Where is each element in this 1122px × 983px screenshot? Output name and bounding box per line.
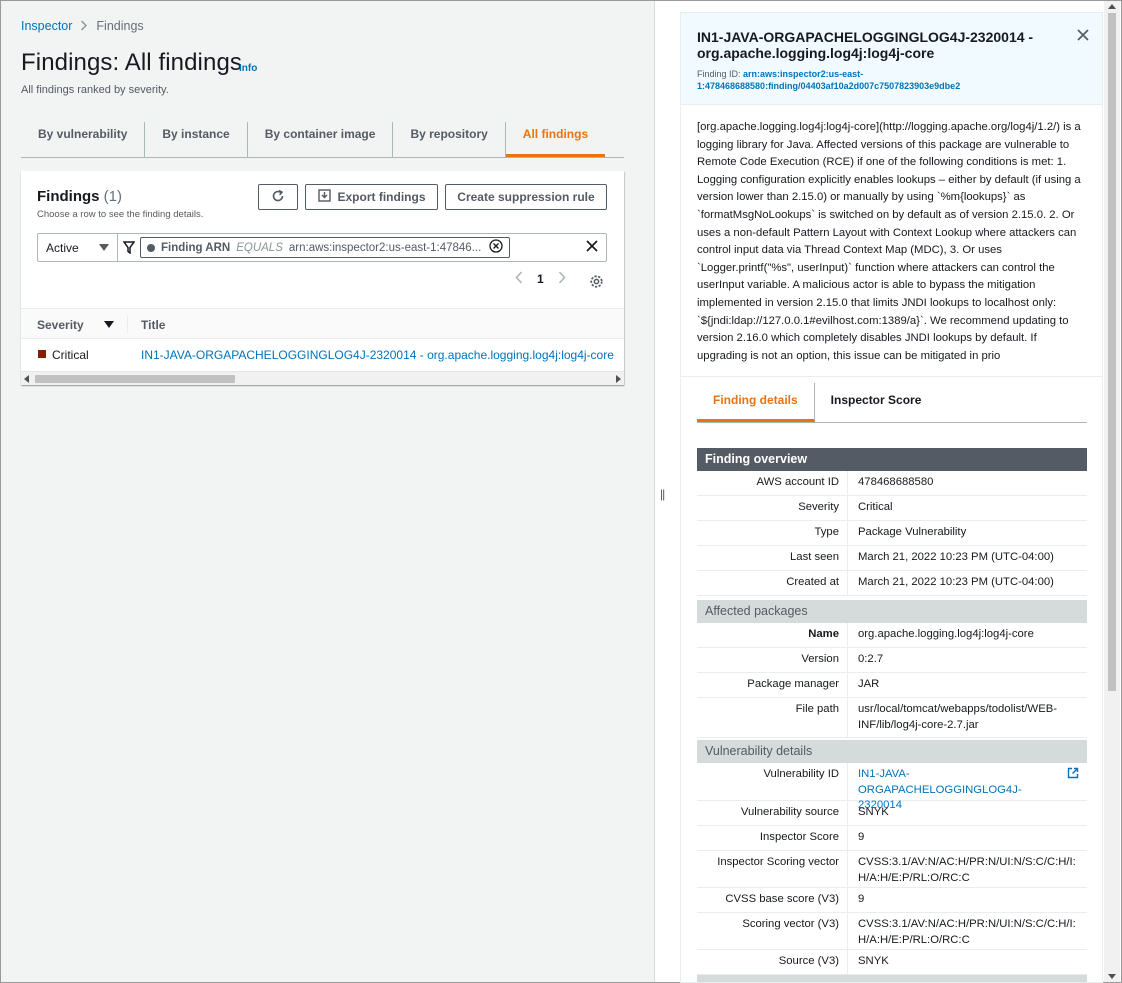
breadcrumb-inspector-link[interactable]: Inspector	[21, 19, 72, 33]
finding-overview-heading: Finding overview	[697, 448, 1087, 471]
kv-row: Source (V3) SNYK	[697, 950, 1087, 975]
kv-row: Created at March 21, 2022 10:23 PM (UTC-0…	[697, 571, 1087, 596]
scroll-up-icon[interactable]	[1108, 4, 1116, 9]
token-dot-icon	[147, 243, 155, 252]
scroll-down-icon[interactable]	[1108, 974, 1116, 979]
download-icon	[317, 189, 331, 205]
kv-row: Type Package Vulnerability	[697, 521, 1087, 546]
vulnerability-details-heading: Vulnerability details	[697, 740, 1087, 763]
kv-row: CVSS base score (V3) 9	[697, 888, 1087, 913]
vertical-scrollbar[interactable]	[1104, 1, 1120, 982]
refresh-icon	[271, 189, 285, 206]
column-header-title[interactable]: Title	[141, 318, 165, 332]
affected-packages-heading: Affected packages	[697, 600, 1087, 623]
affected-packages-table: Affected packages Name org.apache.logging…	[697, 600, 1087, 738]
scroll-right-icon[interactable]	[616, 375, 621, 383]
filter-token[interactable]: Finding ARN EQUALS arn:aws:inspector2:us…	[140, 237, 510, 258]
vulnerability-details-table: Vulnerability details Vulnerability ID I…	[697, 740, 1087, 982]
findings-table-card: Findings (1) Choose a row to see the fin…	[21, 171, 624, 385]
kv-row: Severity Critical	[697, 496, 1087, 521]
findings-card-description: Choose a row to see the finding details.	[37, 209, 204, 220]
finding-id: Finding ID: arn:aws:inspector2:us-east-1…	[697, 69, 961, 91]
scrollbar-thumb[interactable]	[1108, 13, 1116, 691]
kv-row: Inspector Scoring vector CVSS:3.1/AV:N/AC…	[697, 851, 1087, 888]
row-title-link[interactable]: IN1-JAVA-ORGAPACHELOGGINGLOG4J-2320014 -…	[141, 348, 614, 362]
drag-handle-icon[interactable]: ||	[660, 487, 665, 501]
kv-row: Vulnerability source SNYK	[697, 801, 1087, 826]
finding-overview-table: Finding overview AWS account ID 478468688…	[697, 448, 1087, 596]
kv-row: Vulnerability ID IN1-JAVA-ORGAPACHELOGGI…	[697, 763, 1087, 811]
tab-inspector-score[interactable]: Inspector Score	[815, 383, 938, 422]
findings-count: (1)	[103, 188, 123, 205]
chevron-right-icon[interactable]	[558, 271, 566, 287]
detail-title: IN1-JAVA-ORGAPACHELOGGINGLOG4J-2320014 -…	[697, 29, 1034, 61]
tab-by-container-image[interactable]: By container image	[248, 122, 394, 157]
status-select[interactable]: Active	[38, 234, 118, 261]
sort-descending-icon[interactable]	[104, 321, 114, 328]
scrollbar-thumb[interactable]	[35, 375, 235, 383]
page-title: Findings: All findings	[21, 49, 242, 76]
kv-row: File path usr/local/tomcat/webapps/todoli…	[697, 698, 1087, 738]
row-severity: Critical	[52, 348, 89, 362]
filter-icon	[118, 241, 140, 254]
finding-detail-panel: IN1-JAVA-ORGAPACHELOGGINGLOG4J-2320014 -…	[680, 12, 1103, 983]
kv-row: Package manager JAR	[697, 673, 1087, 698]
external-link-icon	[1067, 767, 1079, 796]
detail-tabs: Finding details Inspector Score	[697, 383, 1087, 423]
kv-row: Last seen March 21, 2022 10:23 PM (UTC-04…	[697, 546, 1087, 571]
info-link[interactable]: Info	[239, 63, 257, 74]
create-suppression-rule-button[interactable]: Create suppression rule	[445, 184, 607, 210]
filter-value: arn:aws:inspector2:us-east-1:47846...	[288, 241, 482, 254]
next-section-heading	[697, 975, 1087, 982]
caret-down-icon	[99, 244, 109, 251]
column-divider	[127, 316, 128, 333]
table-header: Severity Title	[21, 308, 624, 339]
filter-bar: Active Finding ARN EQUALS arn:aws:inspec…	[37, 233, 607, 262]
remove-token-icon[interactable]	[489, 239, 503, 256]
horizontal-scrollbar[interactable]	[21, 371, 624, 385]
findings-list-pane: Inspector Findings Findings: All finding…	[1, 1, 654, 982]
findings-tabs: By vulnerability By instance By containe…	[21, 122, 624, 158]
table-row[interactable]: Critical IN1-JAVA-ORGAPACHELOGGINGLOG4J-…	[21, 339, 624, 371]
kv-row: Scoring vector (V3) CVSS:3.1/AV:N/AC:H/PR…	[697, 913, 1087, 950]
chevron-left-icon[interactable]	[515, 271, 523, 287]
critical-severity-icon	[38, 350, 46, 358]
kv-row: Inspector Score 9	[697, 826, 1087, 851]
filter-key: Finding ARN	[161, 241, 231, 254]
scroll-left-icon[interactable]	[24, 375, 29, 383]
finding-description: [org.apache.logging.log4j:log4j-core](ht…	[697, 121, 1081, 362]
tab-all-findings[interactable]: All findings	[505, 122, 606, 157]
kv-row: AWS account ID 478468688580	[697, 471, 1087, 496]
tab-by-repository[interactable]: By repository	[393, 122, 506, 157]
tab-by-instance[interactable]: By instance	[145, 122, 248, 157]
divider	[681, 376, 1102, 377]
filter-operator: EQUALS	[236, 241, 283, 254]
tab-finding-details[interactable]: Finding details	[697, 383, 815, 422]
refresh-button[interactable]	[258, 184, 298, 210]
vulnerability-id-link[interactable]: IN1-JAVA-ORGAPACHELOGGINGLOG4J-2320014	[848, 763, 1087, 811]
breadcrumb: Inspector Findings	[21, 18, 144, 34]
close-icon[interactable]	[1076, 28, 1090, 47]
chevron-right-icon	[80, 18, 88, 34]
findings-card-title: Findings (1)	[37, 188, 123, 205]
column-header-severity[interactable]: Severity	[37, 318, 84, 332]
gear-icon[interactable]	[589, 274, 604, 294]
breadcrumb-current: Findings	[96, 19, 144, 33]
pagination: 1	[515, 271, 566, 287]
split-divider[interactable]	[654, 1, 655, 982]
kv-row: Name org.apache.logging.log4j:log4j-core	[697, 623, 1087, 648]
page-subtitle: All findings ranked by severity.	[21, 84, 169, 96]
clear-filters-icon[interactable]	[585, 239, 599, 258]
export-findings-button[interactable]: Export findings	[305, 184, 438, 210]
tab-by-vulnerability[interactable]: By vulnerability	[21, 122, 146, 157]
kv-row: Version 0:2.7	[697, 648, 1087, 673]
page-number[interactable]: 1	[537, 272, 544, 286]
detail-header: IN1-JAVA-ORGAPACHELOGGINGLOG4J-2320014 -…	[681, 13, 1102, 105]
